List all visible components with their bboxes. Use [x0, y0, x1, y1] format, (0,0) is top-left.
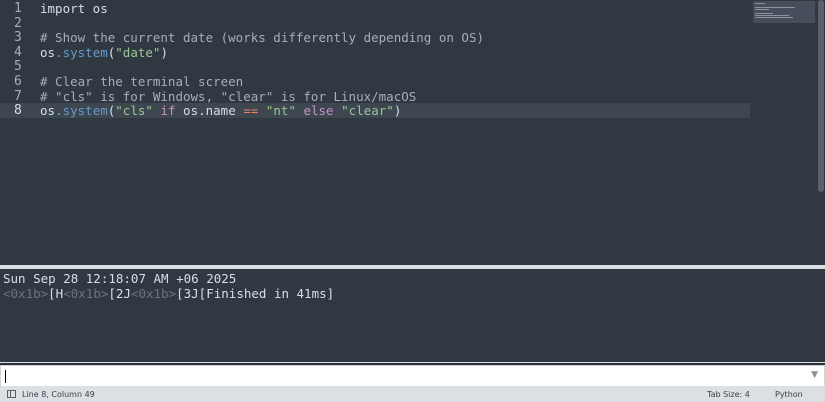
code-line[interactable]: # "cls" is for Windows, "clear" is for L…	[40, 89, 416, 104]
code-token: .	[55, 44, 63, 60]
output-line-1: Sun Sep 28 12:18:07 AM +06 2025	[3, 271, 237, 286]
line-number: 7	[14, 88, 22, 104]
minimap-line	[755, 7, 795, 8]
code-line[interactable]: os.system("date")	[40, 45, 168, 60]
escape-code: <0x1b>	[63, 286, 109, 301]
code-line[interactable]: import os	[40, 1, 108, 16]
code-token: )	[160, 44, 168, 60]
tab-size-indicator[interactable]: Tab Size: 4	[707, 390, 750, 399]
output-text: [3J[Finished in 41ms]	[176, 286, 335, 301]
minimap-line	[755, 3, 765, 4]
output-text: [2J	[108, 286, 131, 301]
code-token: # Show the current date (works different…	[40, 30, 485, 46]
build-output-panel: Sun Sep 28 12:18:07 AM +06 2025 <0x1b>[H…	[0, 269, 825, 362]
code-line[interactable]: # Show the current date (works different…	[40, 30, 484, 45]
minimap[interactable]	[753, 1, 815, 23]
line-number-gutter: 12345678	[0, 0, 38, 265]
command-bar: ▼	[0, 362, 825, 387]
cursor-position[interactable]: Line 8, Column 49	[22, 390, 95, 399]
editor-pane[interactable]: 12345678 import os # Show the current dat…	[0, 0, 825, 265]
line-number: 3	[14, 30, 22, 46]
code-token: .	[55, 103, 63, 119]
line-number: 8	[0, 103, 38, 119]
code-token: import	[40, 1, 86, 16]
minimap-line	[755, 13, 773, 14]
code-token: if	[160, 103, 176, 119]
text-caret	[5, 370, 6, 383]
code-token: "cls"	[115, 103, 153, 119]
vertical-scrollbar[interactable]	[818, 0, 824, 192]
syntax-indicator[interactable]: Python	[775, 390, 803, 399]
dropdown-arrow-icon[interactable]: ▼	[811, 370, 818, 380]
code-token: "date"	[115, 44, 161, 60]
minimap-line	[755, 15, 789, 16]
line-number: 2	[14, 15, 22, 31]
output-line-2: <0x1b>[H<0x1b>[2J<0x1b>[3J[Finished in 4…	[3, 286, 334, 301]
code-token: os.name	[175, 103, 244, 119]
code-token: os	[85, 1, 108, 16]
output-text: [H	[48, 286, 64, 301]
minimap-line	[755, 17, 793, 18]
line-number: 1	[14, 1, 22, 16]
code-token: "clear"	[341, 103, 394, 119]
code-token: # Clear the terminal screen	[40, 74, 244, 89]
code-token: os	[40, 103, 56, 119]
code-token: else	[303, 103, 334, 119]
code-line[interactable]: # Clear the terminal screen	[40, 74, 243, 89]
command-input[interactable]: ▼	[0, 365, 825, 387]
panel-toggle-icon[interactable]	[7, 390, 16, 398]
code-token: )	[393, 103, 402, 119]
status-bar: Line 8, Column 49 Tab Size: 4 Python	[0, 386, 825, 402]
code-token: ==	[243, 103, 259, 119]
escape-code: <0x1b>	[3, 286, 49, 301]
code-token: os	[40, 44, 56, 60]
line-number: 4	[14, 44, 22, 60]
line-number: 5	[14, 59, 22, 75]
escape-code: <0x1b>	[130, 286, 177, 301]
line-number: 6	[14, 74, 22, 89]
code-line[interactable]: os.system("cls" if os.name == "nt" else …	[38, 103, 750, 119]
minimap-line	[755, 9, 769, 10]
code-token: # "cls" is for Windows, "clear" is for L…	[40, 88, 417, 104]
code-token: system	[62, 103, 108, 119]
code-token: "nt"	[265, 103, 296, 119]
code-token: system	[62, 44, 108, 60]
